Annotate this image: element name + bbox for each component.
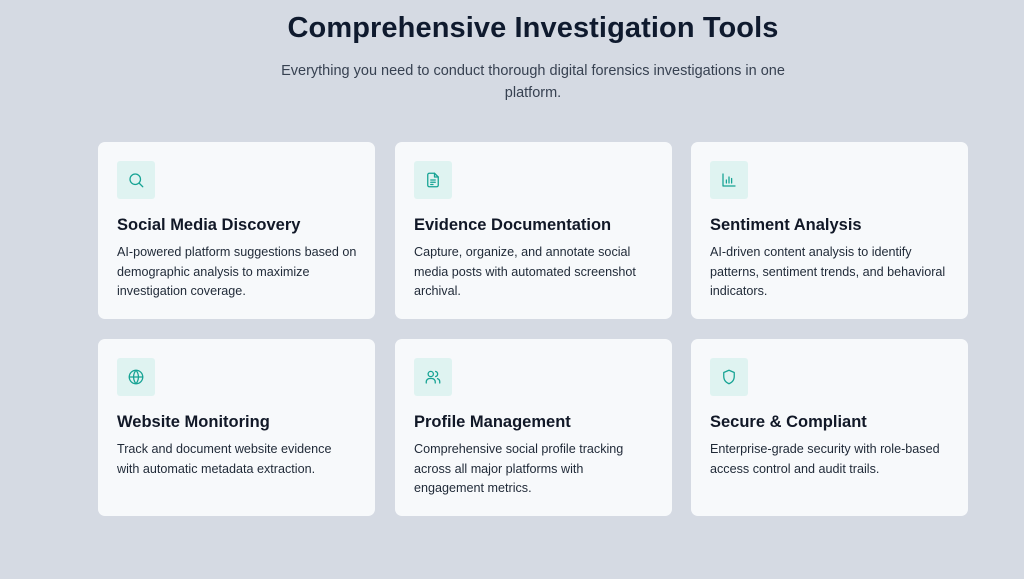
shield-icon: [723, 369, 735, 385]
feature-icon-box: [710, 358, 748, 396]
feature-card-website-monitoring: Website Monitoring Track and document we…: [98, 339, 375, 516]
document-icon: [427, 172, 439, 188]
feature-icon-box: [117, 161, 155, 199]
feature-title: Secure & Compliant: [710, 413, 867, 431]
feature-description: AI-driven content analysis to identify p…: [710, 245, 946, 298]
feature-description: Track and document website evidence with…: [117, 442, 332, 476]
users-icon: [425, 370, 441, 384]
feature-title: Profile Management: [414, 413, 571, 431]
feature-card-secure-compliant: Secure & Compliant Enterprise-grade secu…: [691, 339, 968, 516]
globe-icon: [128, 369, 144, 385]
feature-title: Sentiment Analysis: [710, 216, 862, 234]
feature-description: Comprehensive social profile tracking ac…: [414, 442, 624, 495]
feature-icon-box: [710, 161, 748, 199]
section-title: Comprehensive Investigation Tools: [287, 12, 779, 44]
feature-description: AI-powered platform suggestions based on…: [117, 245, 357, 298]
feature-icon-box: [117, 358, 155, 396]
feature-card-evidence-documentation: Evidence Documentation Capture, organize…: [395, 142, 672, 319]
feature-icon-box: [414, 358, 452, 396]
feature-title: Evidence Documentation: [414, 216, 612, 234]
feature-card-sentiment-analysis: Sentiment Analysis AI-driven content ana…: [691, 142, 968, 319]
feature-icon-box: [414, 161, 452, 199]
feature-description: Capture, organize, and annotate social m…: [414, 245, 636, 298]
bar-chart-icon: [722, 173, 736, 187]
feature-card-social-media-discovery: Social Media Discovery AI-powered platfo…: [98, 142, 375, 319]
feature-card-profile-management: Profile Management Comprehensive social …: [395, 339, 672, 516]
feature-title: Website Monitoring: [117, 413, 270, 431]
section-subtitle: Everything you need to conduct thorough …: [281, 63, 785, 101]
feature-description: Enterprise-grade security with role-base…: [710, 442, 940, 476]
feature-title: Social Media Discovery: [117, 216, 301, 234]
search-icon: [129, 173, 144, 188]
